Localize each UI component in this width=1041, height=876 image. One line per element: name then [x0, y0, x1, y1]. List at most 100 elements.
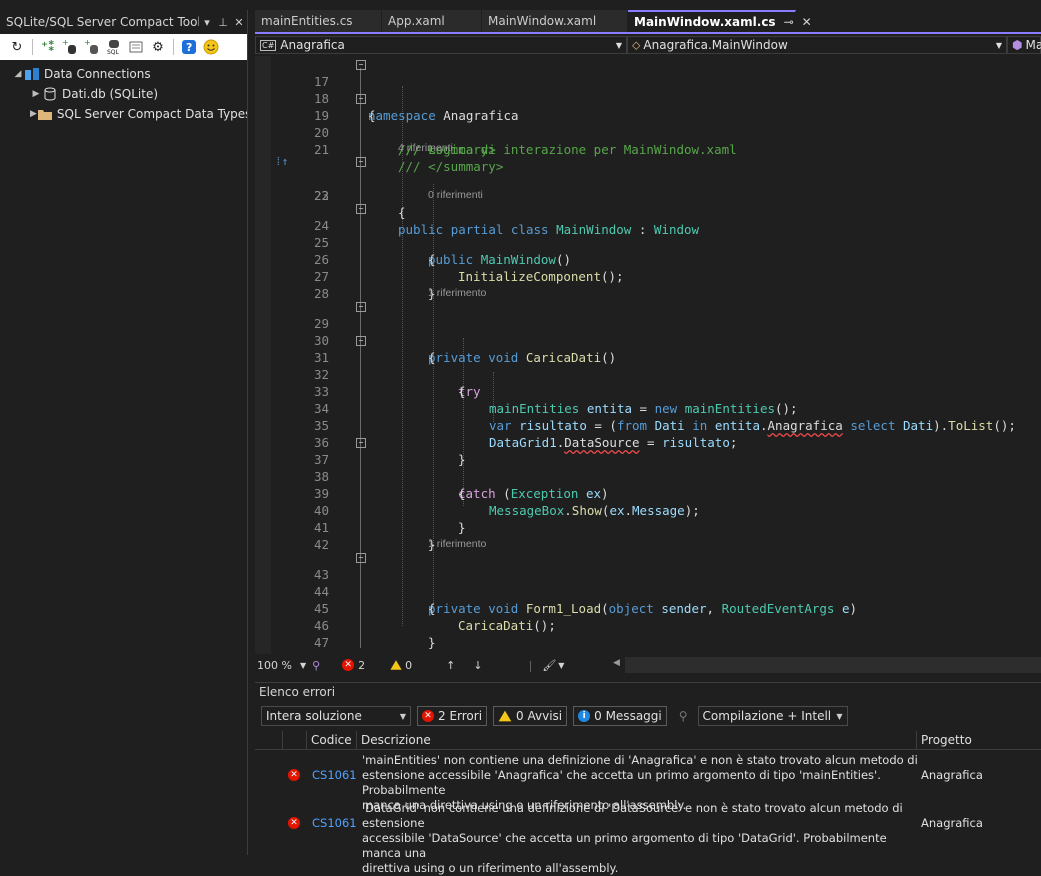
- code-line: 38 {: [255, 451, 1041, 501]
- project-dropdown[interactable]: C# Anagrafica ▼: [255, 36, 627, 54]
- collapse-icon[interactable]: −: [356, 157, 366, 167]
- connections-tree: ◢ Data Connections ▶ Dati.db (SQLite) ▶ …: [0, 64, 252, 124]
- tree-root-data-connections[interactable]: ◢ Data Connections: [0, 64, 247, 84]
- error-list-panel: Elenco errori Intera soluzione ▼ ✕ 2 Err…: [255, 682, 1041, 875]
- code-line: 45 CaricaDati();: [255, 583, 1041, 633]
- pin-icon[interactable]: ⊥: [215, 16, 231, 29]
- code-line: 17 − namespace Anagrafica: [255, 56, 1041, 123]
- collapse-icon[interactable]: −: [356, 302, 366, 312]
- pin-icon[interactable]: ⊸: [784, 15, 794, 29]
- arrow-up-icon[interactable]: ↑: [446, 659, 455, 672]
- scripting-icon[interactable]: [127, 38, 145, 56]
- expanded-arrow-icon[interactable]: ◢: [12, 69, 24, 79]
- cleanup-brush-icon[interactable]: 🖌: [542, 659, 556, 672]
- code-line: 32 {: [255, 349, 1041, 399]
- description-line: 'DataGrid' non contiene una definizione …: [362, 801, 903, 830]
- intellicode-icon[interactable]: ⚲: [312, 659, 320, 672]
- code-line: 26 InitializeComponent();: [255, 234, 1041, 284]
- build-filter-dropdown[interactable]: Compilazione + IntelliSe ▼: [697, 706, 848, 726]
- code-line: 35 DataGrid1.DataSource = risultato;: [255, 400, 1041, 450]
- error-list-toolbar: Intera soluzione ▼ ✕ 2 Errori 0 Avvisi i…: [261, 705, 848, 727]
- navigation-bar: C# Anagrafica ▼ ⬦ Anagrafica.MainWindow …: [255, 35, 1041, 55]
- collapse-icon[interactable]: −: [356, 438, 366, 448]
- collapse-icon[interactable]: −: [356, 336, 366, 346]
- header-project[interactable]: Progetto: [917, 731, 1041, 749]
- zoom-level[interactable]: 100 %: [257, 659, 292, 672]
- add-database-icon[interactable]: +: [83, 38, 101, 56]
- warning-count[interactable]: 0: [405, 659, 412, 672]
- code-line: 46 }: [255, 600, 1041, 650]
- bookmark-indicator-icon[interactable]: ⁞↑: [275, 153, 288, 170]
- error-code-link[interactable]: CS1061: [312, 768, 357, 782]
- help-icon[interactable]: ?: [180, 38, 198, 56]
- header-label: Codice: [311, 733, 352, 747]
- error-icon: ✕: [342, 659, 355, 671]
- errors-filter-button[interactable]: ✕ 2 Errori: [417, 706, 488, 726]
- arrow-down-icon[interactable]: ↓: [473, 659, 482, 672]
- error-description: 'DataGrid' non contiene una definizione …: [362, 801, 918, 876]
- svg-text:+: +: [84, 39, 91, 47]
- tree-item-label: SQL Server Compact Data Types: [56, 107, 252, 121]
- collapse-icon[interactable]: −: [356, 553, 366, 563]
- code-line: 36 }: [255, 417, 1041, 467]
- settings-icon[interactable]: ⚙: [149, 38, 167, 56]
- warning-icon: [498, 710, 512, 722]
- panel-title: Elenco errori: [259, 685, 336, 699]
- description-line: accessibile 'DataSource' che accetta un …: [362, 831, 887, 860]
- scroll-left-icon[interactable]: ◀: [613, 658, 620, 668]
- chevron-down-icon[interactable]: ▾: [199, 16, 215, 29]
- close-icon[interactable]: ✕: [231, 16, 247, 29]
- tab-mainentities[interactable]: mainEntities.cs: [255, 10, 382, 32]
- collapsed-arrow-icon[interactable]: ▶: [30, 109, 37, 119]
- refresh-icon[interactable]: ↻: [8, 38, 26, 56]
- code-line: 34 var risultato = (from Dati in entita.…: [255, 383, 1041, 433]
- messages-filter-button[interactable]: i 0 Messaggi: [573, 706, 667, 726]
- tab-app-xaml[interactable]: App.xaml: [382, 10, 482, 32]
- scope-dropdown[interactable]: Intera soluzione ▼: [261, 706, 411, 726]
- collapse-icon[interactable]: −: [356, 94, 366, 104]
- sql-icon[interactable]: SQL: [105, 38, 123, 56]
- error-row[interactable]: ✕ CS1061 'mainEntities' non contiene una…: [255, 753, 1041, 812]
- header-description[interactable]: Descrizione: [357, 731, 917, 749]
- filter-icon[interactable]: ⚲: [679, 709, 688, 723]
- warnings-filter-button[interactable]: 0 Avvisi: [493, 706, 568, 726]
- header-icon-col[interactable]: [283, 731, 307, 749]
- tab-label: MainWindow.xaml.cs: [634, 15, 776, 29]
- code-line: 21 /// </summary>: [255, 124, 1041, 174]
- info-icon: i: [578, 710, 591, 722]
- tree-item-dati-db[interactable]: ▶ Dati.db (SQLite): [0, 84, 247, 104]
- class-name: Anagrafica.MainWindow: [643, 38, 788, 52]
- code-line: 40 }: [255, 485, 1041, 535]
- horizontal-scrollbar[interactable]: ◀: [613, 657, 1041, 673]
- error-count[interactable]: 2: [358, 659, 365, 672]
- token: }: [398, 652, 406, 654]
- header-code[interactable]: Codice: [307, 731, 357, 749]
- collapse-icon[interactable]: −: [356, 60, 366, 70]
- code-line: 28: [255, 268, 1041, 301]
- tab-mainwindow-xaml[interactable]: MainWindow.xaml: [482, 10, 628, 32]
- collapse-icon[interactable]: −: [356, 204, 366, 214]
- tree-item-data-types[interactable]: ▶ SQL Server Compact Data Types: [0, 104, 251, 124]
- toolbox-toolbar: ↻ ⁺⁑ + + SQL ⚙ ?: [0, 34, 247, 60]
- code-editor[interactable]: 17 − namespace Anagrafica 18 { 19 − /// …: [255, 56, 1041, 654]
- code-line: 19 − /// <summary>: [255, 90, 1041, 157]
- member-dropdown[interactable]: ⬢ Ma: [1007, 36, 1041, 54]
- description-line: estensione accessibile 'Anagrafica' che …: [362, 768, 881, 797]
- error-row[interactable]: ✕ CS1061 'DataGrid' non contiene una def…: [255, 801, 1041, 875]
- chevron-down-icon[interactable]: ▼: [558, 661, 564, 670]
- code-line: 30 {: [255, 315, 1041, 365]
- add-sqlite-icon[interactable]: +: [61, 38, 79, 56]
- tab-mainwindow-xaml-cs[interactable]: MainWindow.xaml.cs ⊸ ✕: [628, 10, 812, 32]
- code-line: 31 − try: [255, 332, 1041, 399]
- close-icon[interactable]: ✕: [802, 15, 812, 29]
- class-dropdown[interactable]: ⬦ Anagrafica.MainWindow ▼: [627, 36, 1007, 54]
- collapsed-arrow-icon[interactable]: ▶: [30, 89, 42, 99]
- error-code-link[interactable]: CS1061: [312, 816, 357, 830]
- database-icon: [42, 87, 58, 101]
- smiley-icon[interactable]: [202, 38, 220, 56]
- add-connection-icon[interactable]: ⁺⁑: [39, 38, 57, 56]
- chevron-down-icon[interactable]: ▼: [300, 661, 306, 670]
- svg-text:?: ?: [186, 41, 192, 54]
- active-tab-underline: [255, 32, 1041, 34]
- tree-item-label: Dati.db (SQLite): [62, 87, 159, 101]
